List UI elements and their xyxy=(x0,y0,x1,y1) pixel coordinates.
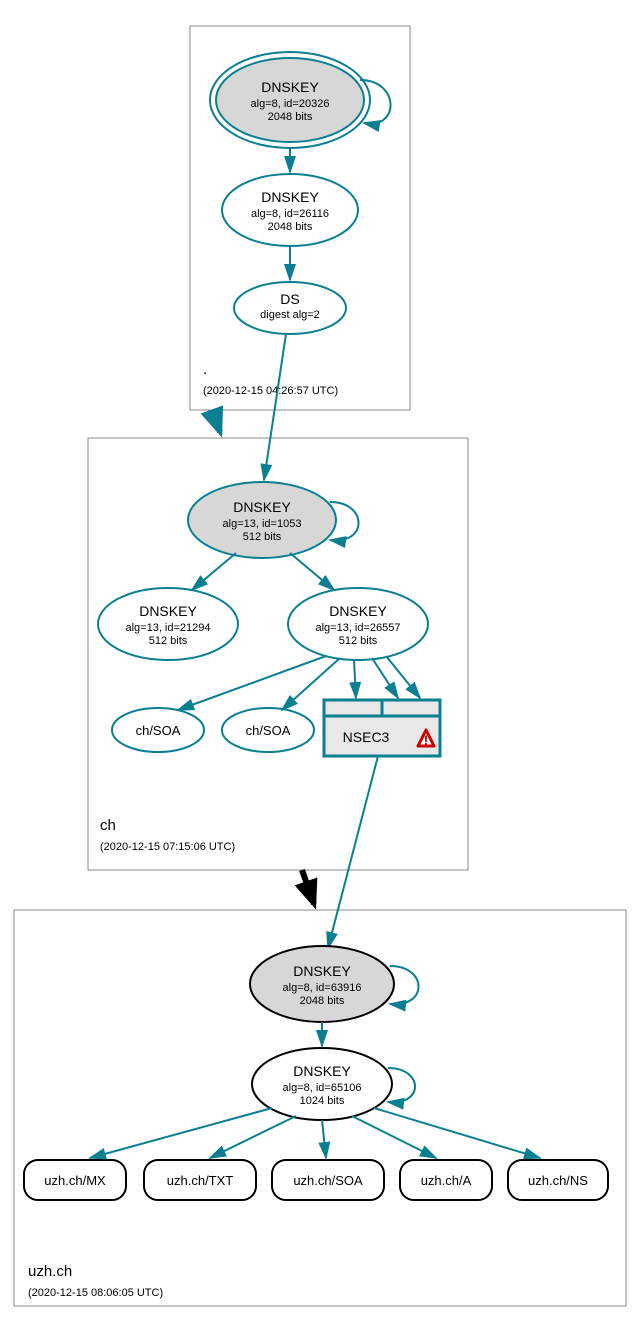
svg-text:digest alg=2: digest alg=2 xyxy=(260,309,320,321)
svg-text:alg=8, id=20326: alg=8, id=20326 xyxy=(251,98,330,110)
node-uzh-ns: uzh.ch/NS xyxy=(508,1160,608,1200)
svg-text:uzh.ch/SOA: uzh.ch/SOA xyxy=(293,1173,363,1188)
svg-text:DNSKEY: DNSKEY xyxy=(329,603,387,619)
node-root-dnskey-26116: DNSKEY alg=8, id=26116 2048 bits xyxy=(222,174,358,246)
svg-text:DS: DS xyxy=(280,291,299,307)
node-ch-soa-2: ch/SOA xyxy=(222,708,314,752)
edge-ch-k1-k2 xyxy=(192,553,236,590)
node-uzh-txt: uzh.ch/TXT xyxy=(144,1160,256,1200)
svg-text:512 bits: 512 bits xyxy=(243,531,282,543)
svg-text:NSEC3: NSEC3 xyxy=(343,729,390,745)
edge-nsec3-to-uzh-k1 xyxy=(328,756,378,948)
edge-ch-k3-nsec3a xyxy=(354,660,356,698)
node-ch-soa-1: ch/SOA xyxy=(112,708,204,752)
edge-uzh-k2-ns xyxy=(374,1108,540,1158)
svg-text:512 bits: 512 bits xyxy=(339,635,378,647)
node-root-dnskey-20326: DNSKEY alg=8, id=20326 2048 bits xyxy=(210,52,370,148)
node-ch-dnskey-26557: DNSKEY alg=13, id=26557 512 bits xyxy=(288,588,428,660)
dnssec-graph: . (2020-12-15 04:26:57 UTC) DNSKEY alg=8… xyxy=(0,0,640,1326)
svg-text:alg=8, id=26116: alg=8, id=26116 xyxy=(251,208,329,220)
node-ch-nsec3: NSEC3 ! xyxy=(324,700,440,756)
svg-text:2048 bits: 2048 bits xyxy=(268,221,313,233)
node-root-ds: DS digest alg=2 xyxy=(234,282,346,334)
node-uzh-dnskey-63916: DNSKEY alg=8, id=63916 2048 bits xyxy=(250,946,394,1022)
svg-text:1024 bits: 1024 bits xyxy=(300,1095,345,1107)
zone-root-label: . xyxy=(203,361,207,378)
svg-text:alg=13, id=26557: alg=13, id=26557 xyxy=(315,622,400,634)
svg-text:alg=8, id=63916: alg=8, id=63916 xyxy=(283,982,362,994)
svg-text:512 bits: 512 bits xyxy=(149,635,188,647)
node-uzh-mx: uzh.ch/MX xyxy=(24,1160,126,1200)
svg-text:2048 bits: 2048 bits xyxy=(300,995,345,1007)
svg-text:DNSKEY: DNSKEY xyxy=(293,963,351,979)
edge-uzh-k2-soa xyxy=(322,1120,326,1158)
edge-root-to-ch-zone xyxy=(212,410,220,432)
edge-ch-k1-k3 xyxy=(290,553,334,590)
edge-ch-k3-nsec3c xyxy=(386,656,420,698)
zone-ch-ts: (2020-12-15 07:15:06 UTC) xyxy=(100,841,235,853)
svg-text:alg=13, id=1053: alg=13, id=1053 xyxy=(223,518,302,530)
node-ch-dnskey-21294: DNSKEY alg=13, id=21294 512 bits xyxy=(98,588,238,660)
svg-text:uzh.ch/A: uzh.ch/A xyxy=(421,1173,472,1188)
node-uzh-dnskey-65106: DNSKEY alg=8, id=65106 1024 bits xyxy=(252,1048,392,1120)
svg-text:DNSKEY: DNSKEY xyxy=(261,189,319,205)
svg-text:uzh.ch/MX: uzh.ch/MX xyxy=(44,1173,106,1188)
svg-text:ch/SOA: ch/SOA xyxy=(246,723,291,738)
svg-text:DNSKEY: DNSKEY xyxy=(293,1063,351,1079)
edge-ch-k3-soa1 xyxy=(178,656,326,710)
svg-text:alg=13, id=21294: alg=13, id=21294 xyxy=(125,622,210,634)
node-ch-dnskey-1053: DNSKEY alg=13, id=1053 512 bits xyxy=(188,482,336,558)
edge-uzh-k2-mx xyxy=(90,1108,272,1158)
svg-text:uzh.ch/TXT: uzh.ch/TXT xyxy=(167,1173,234,1188)
svg-text:uzh.ch/NS: uzh.ch/NS xyxy=(528,1173,588,1188)
svg-text:DNSKEY: DNSKEY xyxy=(261,79,319,95)
svg-text:!: ! xyxy=(424,732,429,748)
zone-uzh-label: uzh.ch xyxy=(28,1263,72,1280)
edge-ch-to-uzh-zone xyxy=(302,870,314,904)
node-uzh-a: uzh.ch/A xyxy=(400,1160,492,1200)
zone-root-ts: (2020-12-15 04:26:57 UTC) xyxy=(203,385,338,397)
svg-text:DNSKEY: DNSKEY xyxy=(139,603,197,619)
zone-ch-label: ch xyxy=(100,817,116,834)
svg-text:2048 bits: 2048 bits xyxy=(268,111,313,123)
svg-text:ch/SOA: ch/SOA xyxy=(136,723,181,738)
zone-uzh-ts: (2020-12-15 08:06:05 UTC) xyxy=(28,1287,163,1299)
edge-ds-to-ch-k1 xyxy=(264,334,286,480)
svg-text:DNSKEY: DNSKEY xyxy=(233,499,291,515)
svg-text:alg=8, id=65106: alg=8, id=65106 xyxy=(283,1082,362,1094)
edge-ch-k3-nsec3b xyxy=(372,658,398,698)
node-uzh-soa: uzh.ch/SOA xyxy=(272,1160,384,1200)
